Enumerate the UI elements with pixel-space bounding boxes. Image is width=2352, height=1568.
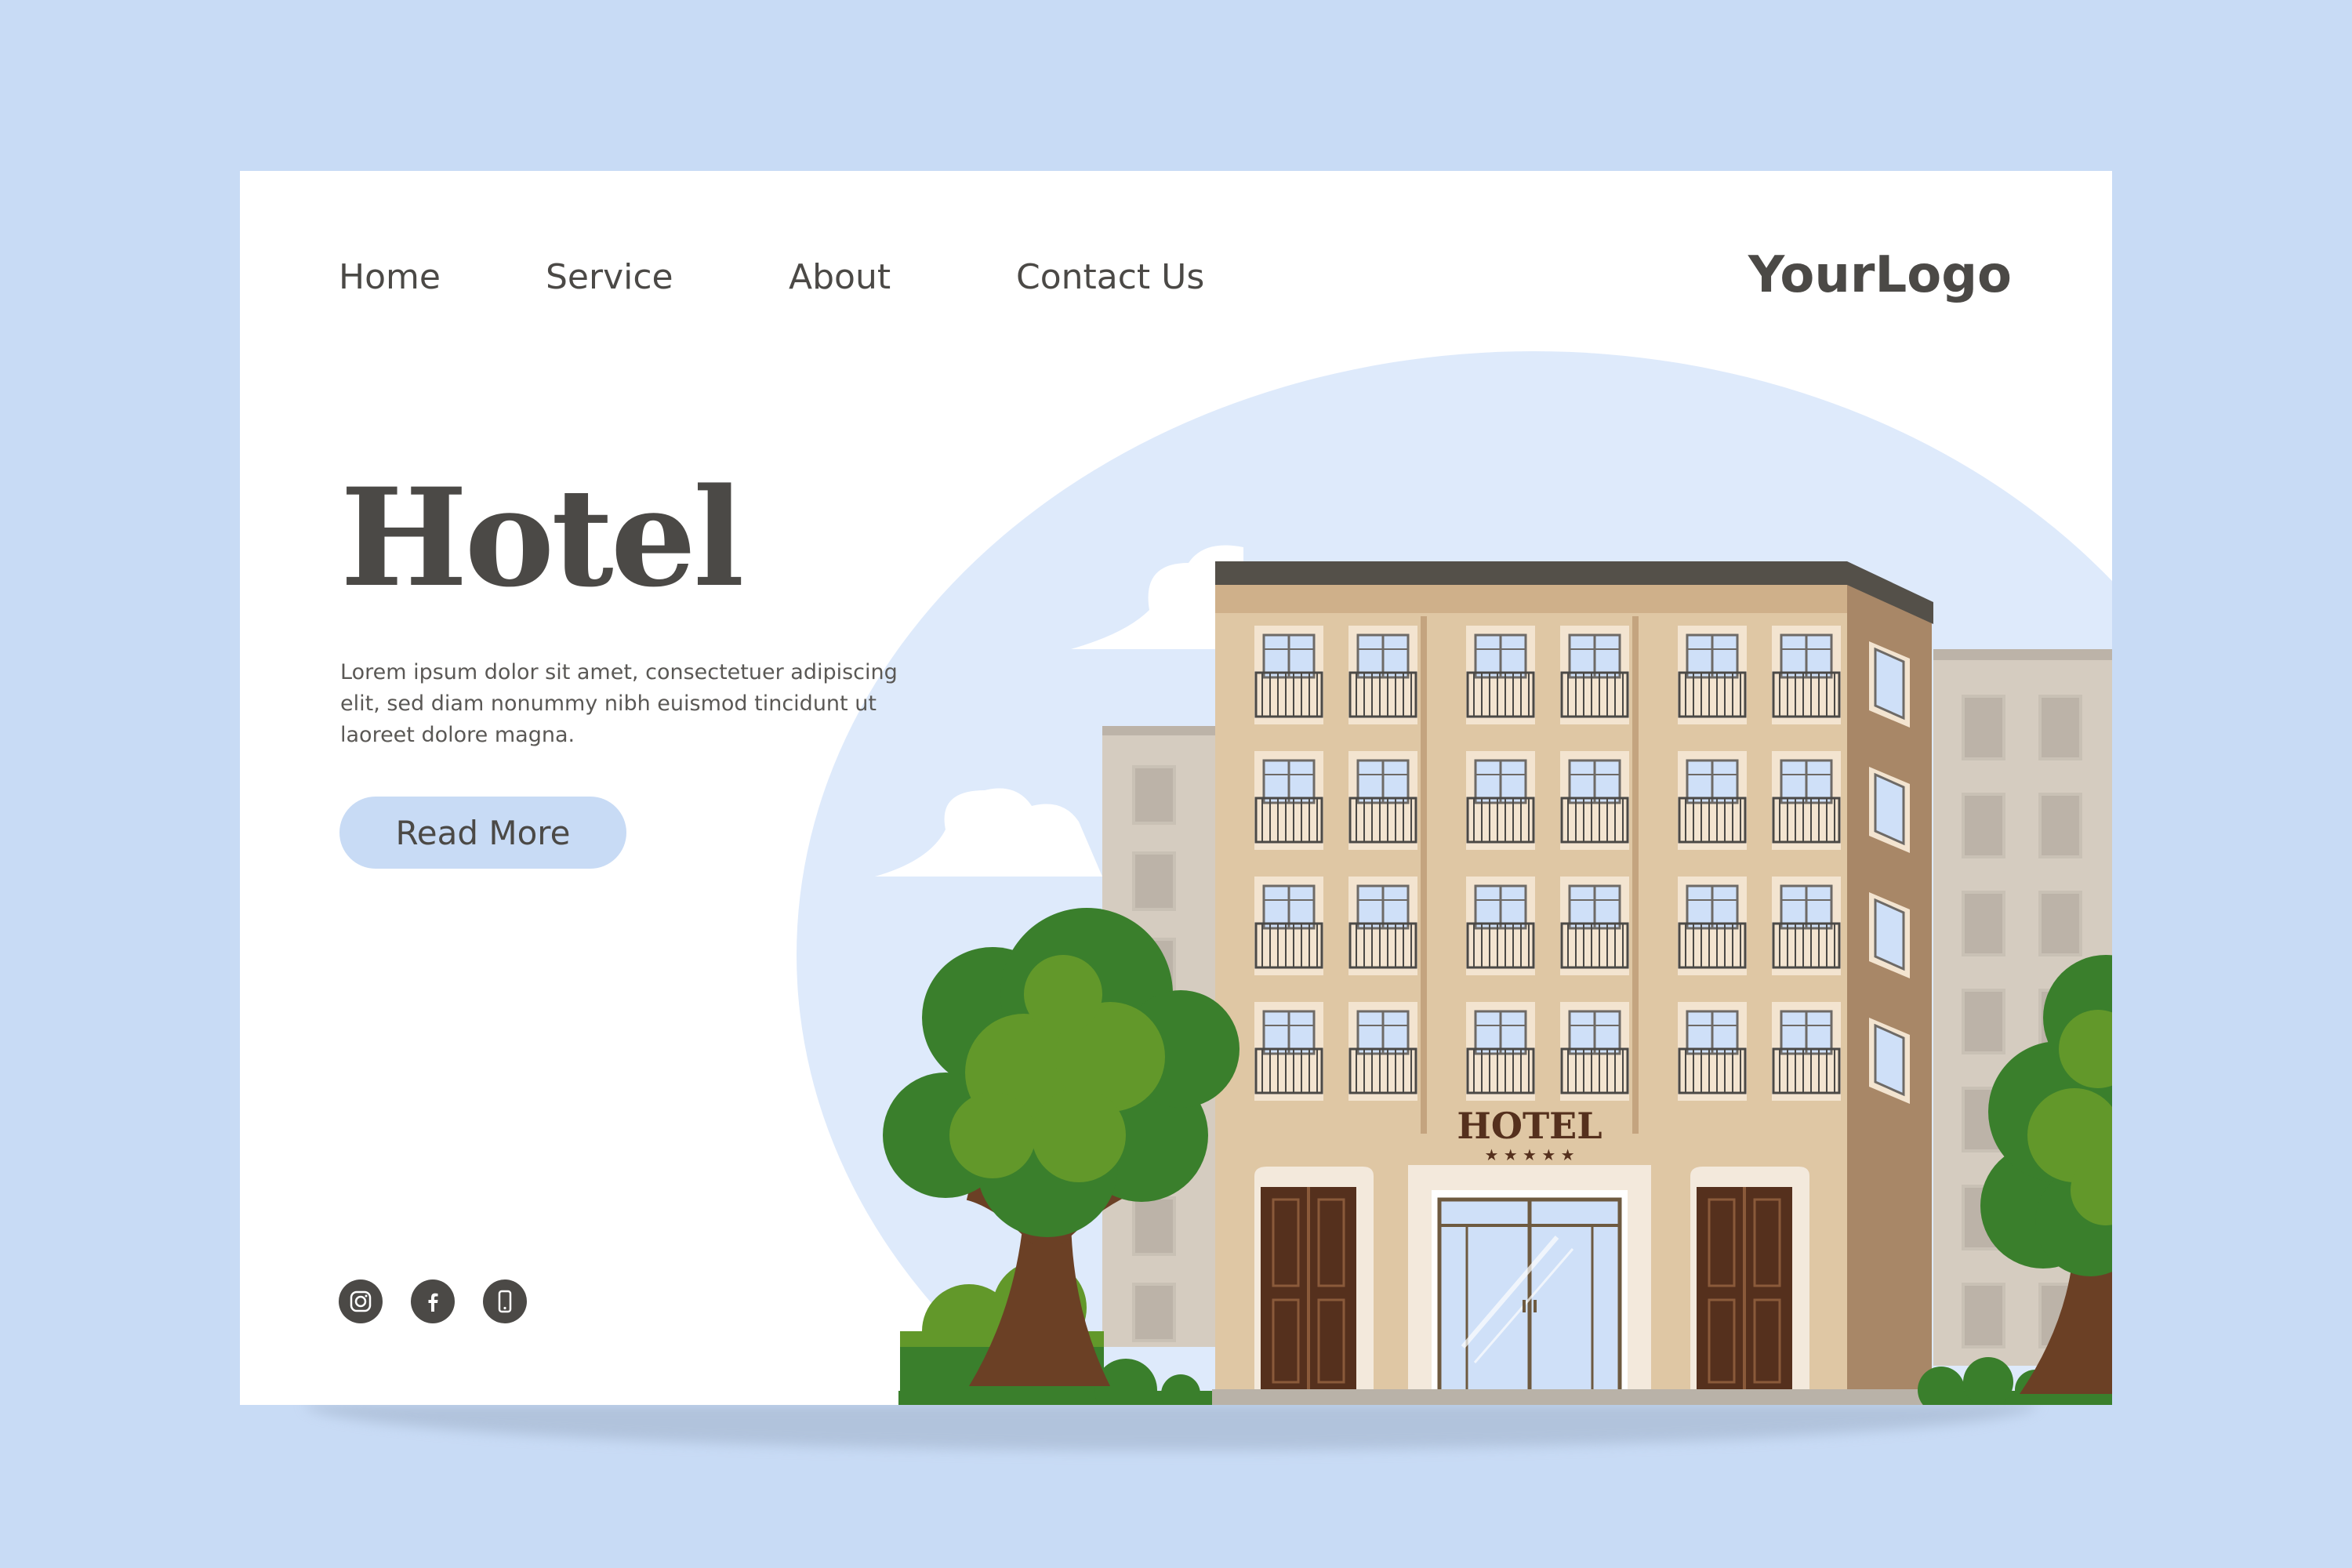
hotel-window <box>1466 1002 1535 1101</box>
hotel-window <box>1348 751 1417 850</box>
building-window <box>1962 989 2005 1054</box>
hotel-window <box>1348 626 1417 724</box>
nav-service[interactable]: Service <box>546 257 673 297</box>
logo[interactable]: YourLogo <box>1748 246 2012 304</box>
hotel-window <box>1254 1002 1323 1101</box>
building-window <box>2038 891 2082 956</box>
building-window <box>1132 851 1176 911</box>
instagram-icon[interactable] <box>339 1279 383 1323</box>
building-window <box>1962 695 2005 760</box>
hotel-window <box>1560 626 1629 724</box>
hero-text: Lorem ipsum dolor sit amet, consectetuer… <box>340 660 898 747</box>
sidewalk <box>1212 1389 1933 1405</box>
hotel-window <box>1678 1002 1747 1101</box>
facebook-icon[interactable] <box>411 1279 455 1323</box>
hotel-window <box>1772 877 1841 975</box>
nav-about[interactable]: About <box>789 257 891 297</box>
hotel-window <box>1772 1002 1841 1101</box>
hotel-window <box>1678 877 1747 975</box>
hotel-window <box>1560 877 1629 975</box>
landing-card: HOTEL ★ ★ ★ ★ ★ Home Service About Conta… <box>240 171 2112 1405</box>
hotel-window <box>1772 626 1841 724</box>
hotel-window <box>1348 877 1417 975</box>
hotel-sign-stars: ★ ★ ★ ★ ★ <box>1484 1145 1574 1164</box>
hotel-illustration: HOTEL ★ ★ ★ ★ ★ <box>797 351 2112 1405</box>
read-more-button[interactable]: Read More <box>339 797 626 869</box>
hotel-window <box>1772 751 1841 850</box>
building-window <box>1132 1196 1176 1256</box>
hotel-window <box>1254 751 1323 850</box>
building-window <box>1962 793 2005 858</box>
hotel-window <box>1466 751 1535 850</box>
building-window <box>1132 765 1176 825</box>
building-window <box>2038 793 2082 858</box>
hotel-building: HOTEL ★ ★ ★ ★ ★ <box>1215 561 1933 1400</box>
hotel-window <box>1254 626 1323 724</box>
hotel-window <box>1348 1002 1417 1101</box>
hotel-sign: HOTEL <box>1457 1105 1602 1147</box>
building-window <box>2038 695 2082 760</box>
hotel-window <box>1560 1002 1629 1101</box>
hotel-window <box>1678 626 1747 724</box>
hotel-window <box>1466 626 1535 724</box>
card-shadow <box>304 1403 2038 1450</box>
hotel-window <box>1466 877 1535 975</box>
phone-icon[interactable] <box>483 1279 527 1323</box>
building-window <box>1962 1283 2005 1348</box>
wooden-door-right <box>1690 1167 1809 1394</box>
hotel-window <box>1678 751 1747 850</box>
glass-doors <box>1437 1197 1622 1398</box>
hotel-window <box>1254 877 1323 975</box>
building-window <box>1132 1283 1176 1342</box>
nav-home[interactable]: Home <box>339 257 441 297</box>
nav-contact-us[interactable]: Contact Us <box>1016 257 1204 297</box>
wooden-door-left <box>1254 1167 1374 1394</box>
hero-title: Hotel <box>340 458 744 617</box>
building-window <box>1962 891 2005 956</box>
hotel-window <box>1560 751 1629 850</box>
